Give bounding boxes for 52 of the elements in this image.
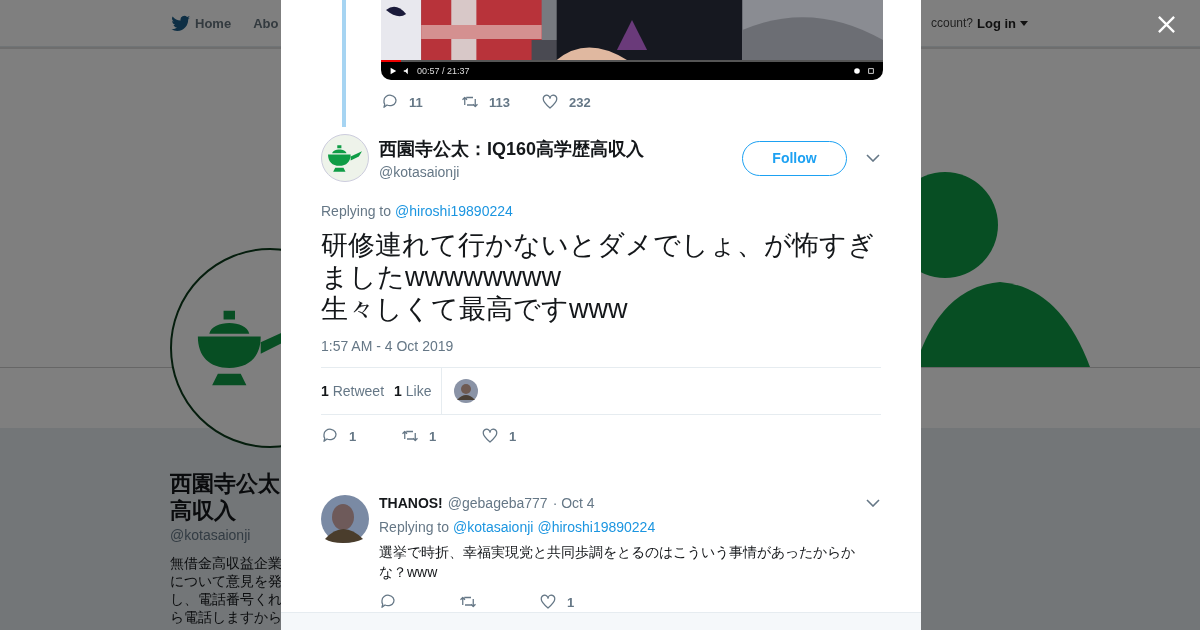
profile-handle: @kotasaionji — [170, 527, 251, 543]
heart-icon[interactable] — [481, 427, 499, 445]
user-avatar[interactable] — [321, 495, 369, 543]
profile-name: 高収入 — [170, 497, 236, 524]
mention-link[interactable]: @kotasaionji — [453, 519, 534, 535]
close-icon[interactable] — [1157, 15, 1176, 34]
avatar-icon[interactable] — [454, 379, 479, 403]
action-count: 1 — [509, 428, 517, 444]
fullscreen-icon[interactable] — [867, 67, 875, 75]
speech-bubble-icon[interactable] — [379, 593, 397, 611]
chevron-icon[interactable] — [866, 154, 880, 162]
action-count: 1 — [429, 428, 437, 444]
action-count: 11 — [409, 94, 423, 110]
mention-link[interactable]: @hiroshi19890224 — [395, 203, 513, 219]
follow-button[interactable]: Follow — [742, 140, 847, 176]
reply-text: 選挙で時折、幸福実現党と共同歩調をとるのはこういう事情があったからかな？www — [379, 543, 856, 582]
profile-bio: ら電話しますから — [170, 608, 282, 626]
nav-link[interactable]: Abo — [253, 15, 279, 31]
profile-bio: し、電話番号くれ — [170, 590, 282, 608]
replying-label: Replying to — [379, 519, 450, 535]
play-icon[interactable] — [389, 67, 397, 75]
speech-bubble-icon[interactable] — [381, 93, 399, 111]
action-count: 1 — [349, 428, 357, 444]
caret-icon — [1020, 20, 1028, 26]
tweet-timestamp: 1:57 AM - 4 Oct 2019 — [321, 338, 455, 354]
nav-link[interactable]: Home — [195, 15, 232, 31]
profile-bio: 無借金高収益企業 — [170, 554, 282, 572]
tweet-date[interactable]: · Oct 4 — [552, 495, 595, 511]
login-link[interactable]: Log in — [977, 15, 1016, 31]
heart-icon[interactable] — [541, 93, 559, 111]
speech-bubble-icon[interactable] — [321, 427, 339, 445]
heart-icon[interactable] — [539, 593, 557, 611]
user-handle: @kotasaionji — [379, 163, 461, 180]
account-prompt: ccount? — [930, 16, 973, 30]
profile-name: 西園寺公太 — [170, 470, 280, 497]
display-name[interactable]: THANOS! — [379, 495, 443, 511]
action-count: 1 — [567, 594, 575, 610]
display-name[interactable]: 西園寺公太：IQ160高学歴高収入 — [379, 136, 742, 161]
lamp-icon — [327, 143, 363, 173]
bird-icon — [171, 14, 191, 32]
stat-link[interactable]: 1 Like — [394, 383, 432, 399]
user-handle: @gebageba777 — [447, 495, 548, 511]
replying-label: Replying to — [321, 203, 392, 219]
tweet-text: 研修連れて行かないとダメでしょ、が怖すぎましたwwwwwwww 生々しくて最高ですwww — [321, 229, 876, 325]
mention-link[interactable]: @hiroshi19890224 — [537, 519, 656, 535]
profile-bio: について意見を発 — [170, 572, 282, 590]
stat-link[interactable]: 1 Retweet — [321, 383, 385, 399]
video-time: 00:57 / 21:37 — [417, 66, 470, 76]
chevron-icon[interactable] — [866, 499, 880, 507]
volume-icon[interactable] — [403, 67, 411, 75]
action-count: 232 — [569, 94, 591, 110]
action-count: 113 — [489, 94, 510, 110]
